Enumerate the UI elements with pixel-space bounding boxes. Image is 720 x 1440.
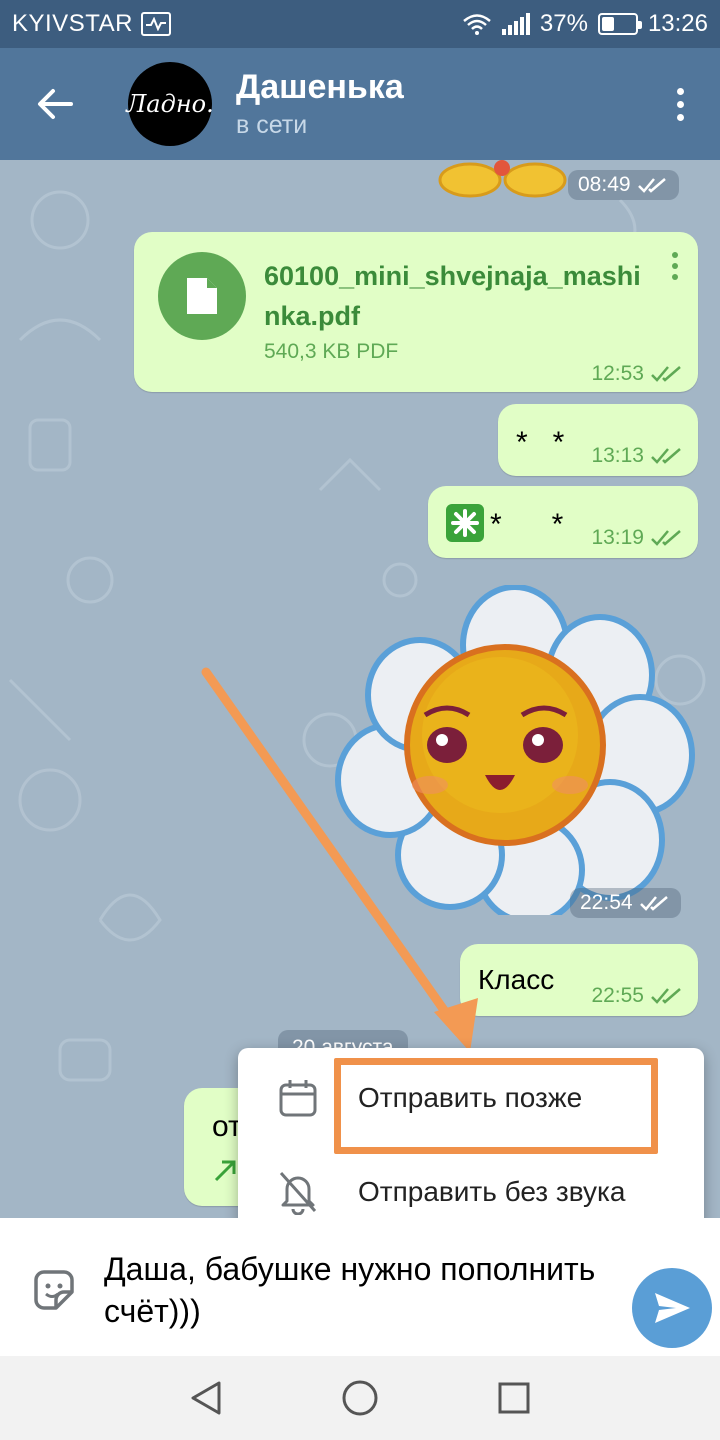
- contact-info[interactable]: Дашенька в сети: [236, 68, 404, 140]
- time-label: 12:53: [591, 362, 644, 385]
- send-icon: [655, 1293, 690, 1323]
- wifi-icon: [463, 14, 491, 35]
- more-menu-button[interactable]: [677, 88, 684, 121]
- status-bar: KYIVSTAR 37% 13:26: [0, 0, 720, 48]
- home-nav-icon[interactable]: [341, 1379, 379, 1417]
- double-check-icon: [651, 366, 681, 382]
- text-message[interactable]: * * 13:13: [498, 404, 698, 476]
- time-label: 13:13: [591, 444, 644, 467]
- message-text: * *: [490, 508, 564, 541]
- time-label: 22:54: [580, 891, 633, 914]
- double-check-icon: [651, 988, 681, 1004]
- contact-status: в сети: [236, 111, 308, 139]
- document-icon[interactable]: [158, 252, 246, 340]
- recents-nav-icon[interactable]: [497, 1381, 531, 1415]
- system-nav-bar: [0, 1356, 720, 1440]
- battery-icon: [597, 13, 642, 35]
- message-time: 08:49: [568, 170, 679, 200]
- contact-name: Дашенька: [236, 68, 404, 106]
- eight-spoked-asterisk-icon: [446, 504, 484, 542]
- battery-percent: 37%: [539, 10, 588, 37]
- time-label: 22:55: [591, 984, 644, 1007]
- time-label: 13:19: [591, 526, 644, 549]
- signal-icon: [501, 13, 530, 35]
- file-message[interactable]: 60100_mini_shvejnaja_mashinka.pdf 540,3 …: [134, 232, 698, 392]
- double-check-icon: [651, 448, 681, 464]
- sticker-icon[interactable]: [30, 1266, 78, 1314]
- back-nav-icon[interactable]: [189, 1380, 223, 1416]
- avatar-text: Ладно.: [126, 90, 214, 118]
- message-input[interactable]: Даша, бабушке нужно пополнить счёт))): [104, 1248, 604, 1332]
- annotation-arrow: [201, 667, 478, 1052]
- forward-arrow-icon: [214, 1160, 236, 1182]
- clock: 13:26: [647, 10, 708, 37]
- chat-header: Ладно. Дашенька в сети: [0, 48, 720, 160]
- send-silent-label: Отправить без звука: [358, 1176, 626, 1207]
- message-time: 12:53: [591, 362, 684, 386]
- calendar-icon: [279, 1080, 317, 1117]
- double-check-icon: [651, 530, 681, 546]
- composer: Даша, бабушке нужно пополнить счёт))): [0, 1218, 720, 1356]
- message-time: 22:55: [591, 984, 684, 1008]
- bell-off-icon: [279, 1171, 317, 1215]
- avatar[interactable]: Ладно.: [126, 62, 214, 146]
- message-text: * *: [516, 426, 565, 459]
- double-check-icon: [637, 178, 666, 193]
- text-message[interactable]: Класс 22:55: [460, 944, 698, 1016]
- message-time: 13:13: [591, 444, 684, 468]
- sticker-partial[interactable]: [430, 160, 570, 202]
- message-time: 13:19: [591, 526, 684, 550]
- carrier-name: KYIVSTAR: [12, 10, 133, 37]
- activity-icon: [140, 12, 171, 36]
- file-menu-button[interactable]: [672, 252, 678, 280]
- back-button[interactable]: [0, 48, 110, 160]
- message-time: 22:54: [570, 888, 681, 918]
- file-name: 60100_mini_shvejnaja_mashinka.pdf: [264, 261, 641, 331]
- time-label: 08:49: [578, 173, 631, 196]
- send-button[interactable]: [632, 1268, 712, 1348]
- double-check-icon: [639, 896, 668, 911]
- file-size: 540,3 KB PDF: [264, 340, 399, 363]
- text-message[interactable]: * * 13:19: [428, 486, 698, 558]
- annotation-highlight-box: [334, 1058, 658, 1154]
- arrow-left-icon: [38, 89, 73, 119]
